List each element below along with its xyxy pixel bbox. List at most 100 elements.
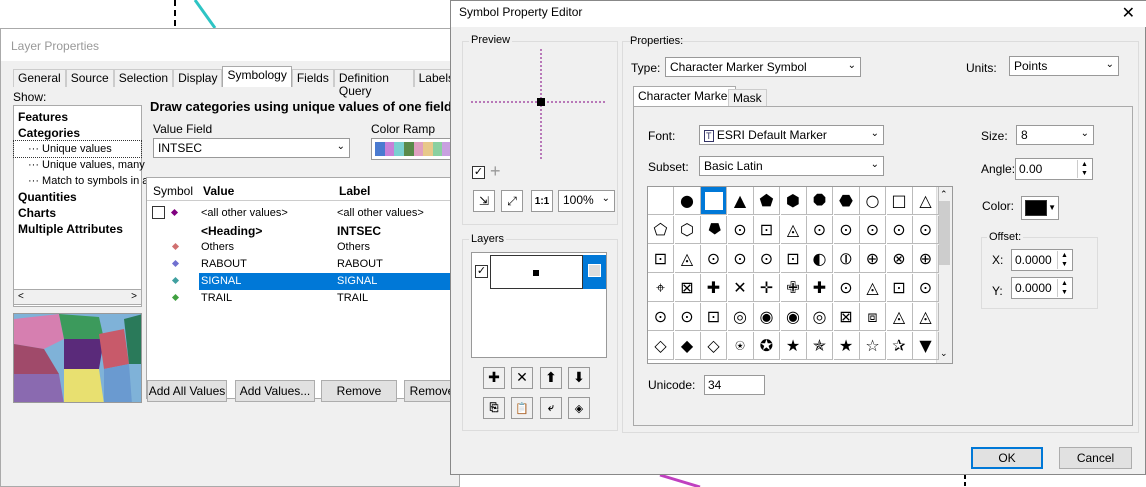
- glyph-cell[interactable]: ⊙: [807, 216, 833, 244]
- tab-selection[interactable]: Selection: [113, 69, 174, 87]
- font-combo[interactable]: T ESRI Default Marker ⌄: [699, 125, 884, 145]
- glyph-cell[interactable]: ⬠: [648, 216, 674, 244]
- glyph-cell[interactable]: ⬢: [780, 187, 807, 215]
- offset-x-spinner[interactable]: 0.0000 ▲ ▼: [1011, 249, 1073, 271]
- add-values-button[interactable]: Add Values...: [235, 380, 315, 402]
- table-row[interactable]: <Heading> INTSEC: [147, 222, 447, 239]
- glyph-cell[interactable]: [648, 187, 674, 215]
- glyph-cell[interactable]: ⧈: [860, 303, 886, 331]
- glyph-cell[interactable]: ◎: [807, 303, 833, 331]
- add-layer-icon[interactable]: ✚: [483, 367, 505, 389]
- tab-definition-query[interactable]: Definition Query: [333, 69, 414, 98]
- table-row[interactable]: <all other values> <all other values>: [147, 205, 447, 222]
- type-combo[interactable]: Character Marker Symbol ⌄: [665, 57, 861, 77]
- color-picker[interactable]: ▼: [1021, 196, 1059, 220]
- glyph-cell[interactable]: ⊕: [913, 245, 939, 273]
- glyph-cell[interactable]: ✙: [780, 274, 807, 302]
- glyph-cell[interactable]: ★: [780, 332, 807, 360]
- glyph-cell[interactable]: ✯: [807, 332, 833, 360]
- glyph-cell[interactable]: ⊙: [833, 274, 860, 302]
- glyph-cell[interactable]: ⊙: [913, 274, 939, 302]
- color-ramp-combo[interactable]: [371, 138, 456, 160]
- glyph-cell[interactable]: ◉: [780, 303, 807, 331]
- close-icon[interactable]: ✕: [1122, 3, 1135, 23]
- glyph-cell[interactable]: ⦶: [833, 245, 860, 273]
- preview-checkbox[interactable]: ✓: [472, 166, 485, 179]
- tab-character-marker[interactable]: Character Marker: [633, 86, 737, 106]
- tab-source[interactable]: Source: [65, 69, 114, 87]
- size-combo[interactable]: 8 ⌄: [1016, 125, 1094, 145]
- table-row[interactable]: Others Others: [147, 239, 447, 256]
- glyph-cell[interactable]: ★: [833, 332, 860, 360]
- tree-item[interactable]: ··· Unique values, many: [14, 157, 145, 173]
- glyph-cell[interactable]: ⊙: [674, 303, 701, 331]
- glyph-cell[interactable]: ⊙: [727, 216, 754, 244]
- glyph-cell[interactable]: ⊙: [701, 245, 727, 273]
- layer-visible-checkbox[interactable]: ✓: [475, 265, 488, 278]
- glyph-cell[interactable]: ⊙: [860, 216, 886, 244]
- layer-symbol-preview[interactable]: [490, 255, 583, 289]
- tab-fields[interactable]: Fields: [291, 69, 334, 87]
- paste-icon[interactable]: 📋: [511, 397, 533, 419]
- tree-item[interactable]: Quantities: [14, 189, 141, 205]
- zoom-extent-icon[interactable]: ⤢: [501, 190, 523, 212]
- glyph-cell[interactable]: ✚: [701, 274, 727, 302]
- glyph-cell[interactable]: ⯃: [807, 187, 833, 215]
- glyph-cell[interactable]: ✰: [886, 332, 913, 360]
- angle-spinner[interactable]: 0.00 ▲ ▼: [1015, 158, 1093, 180]
- glyph-cell[interactable]: ◆: [674, 332, 701, 360]
- copy-icon[interactable]: ⎘: [483, 397, 505, 419]
- glyph-cell[interactable]: ⊙: [913, 216, 939, 244]
- tree-item[interactable]: ··· Match to symbols in a: [14, 173, 148, 189]
- column-label[interactable]: Label: [339, 184, 370, 198]
- offset-y-spinner[interactable]: 0.0000 ▲ ▼: [1011, 277, 1073, 299]
- glyph-cell[interactable]: ⊙: [648, 303, 674, 331]
- glyph-cell[interactable]: ⊙: [886, 216, 913, 244]
- glyph-cell[interactable]: ⊕: [860, 245, 886, 273]
- glyph-cell[interactable]: ◬: [913, 303, 939, 331]
- zoom-fit-icon[interactable]: ⇲: [473, 190, 495, 212]
- zoom-combo[interactable]: 100% ⌄: [558, 190, 615, 212]
- tree-item[interactable]: Multiple Attributes: [14, 221, 141, 237]
- glyph-cell[interactable]: ◐: [807, 245, 833, 273]
- glyph-cell[interactable]: ◇: [648, 332, 674, 360]
- crosshair-icon[interactable]: +: [490, 161, 501, 182]
- tab-general[interactable]: General: [13, 69, 66, 87]
- tree-item[interactable]: Charts: [14, 205, 141, 221]
- tab-mask[interactable]: Mask: [728, 89, 767, 106]
- glyph-cell[interactable]: ⌖: [648, 274, 674, 302]
- subset-combo[interactable]: Basic Latin ⌄: [699, 156, 884, 176]
- checkbox[interactable]: [152, 206, 165, 219]
- units-combo[interactable]: Points ⌄: [1009, 56, 1119, 76]
- glyph-cell[interactable]: ◬: [860, 274, 886, 302]
- tree-item[interactable]: Features: [14, 109, 141, 125]
- glyph-cell[interactable]: ⬣: [833, 187, 860, 215]
- glyph-cell[interactable]: [701, 187, 727, 215]
- glyph-cell[interactable]: ○: [860, 187, 886, 215]
- reset-icon[interactable]: ⤶: [540, 397, 562, 419]
- glyph-cell[interactable]: ⯂: [701, 216, 727, 244]
- table-row[interactable]: RABOUT RABOUT: [147, 256, 447, 273]
- glyph-cell[interactable]: ◬: [886, 303, 913, 331]
- glyph-cell[interactable]: ✚: [807, 274, 833, 302]
- glyph-cell[interactable]: ⊙: [754, 245, 780, 273]
- delete-layer-icon[interactable]: ✕: [511, 367, 533, 389]
- glyph-cell[interactable]: ✛: [754, 274, 780, 302]
- glyph-cell[interactable]: ⊡: [780, 245, 807, 273]
- spinner-arrows-icon[interactable]: ▲ ▼: [1057, 251, 1071, 269]
- add-all-values-button[interactable]: Add All Values: [147, 380, 227, 402]
- cancel-button[interactable]: Cancel: [1059, 447, 1132, 469]
- glyph-cell[interactable]: ◬: [674, 245, 701, 273]
- value-field-combo[interactable]: INTSEC ⌄: [153, 138, 350, 158]
- column-symbol[interactable]: Symbol: [153, 184, 193, 198]
- tab-symbology[interactable]: Symbology: [222, 66, 292, 87]
- glyph-cell[interactable]: ⬟: [754, 187, 780, 215]
- tree-item[interactable]: Categories: [14, 125, 141, 141]
- glyph-cell[interactable]: ⬡: [674, 216, 701, 244]
- table-row[interactable]: SIGNAL SIGNAL: [147, 273, 462, 290]
- tree-scrollbar[interactable]: < >: [13, 289, 142, 305]
- glyph-cell[interactable]: ⊙: [833, 216, 860, 244]
- move-up-icon[interactable]: ⬆: [540, 367, 562, 389]
- tag-icon[interactable]: ◈: [568, 397, 590, 419]
- glyph-cell[interactable]: ⊡: [648, 245, 674, 273]
